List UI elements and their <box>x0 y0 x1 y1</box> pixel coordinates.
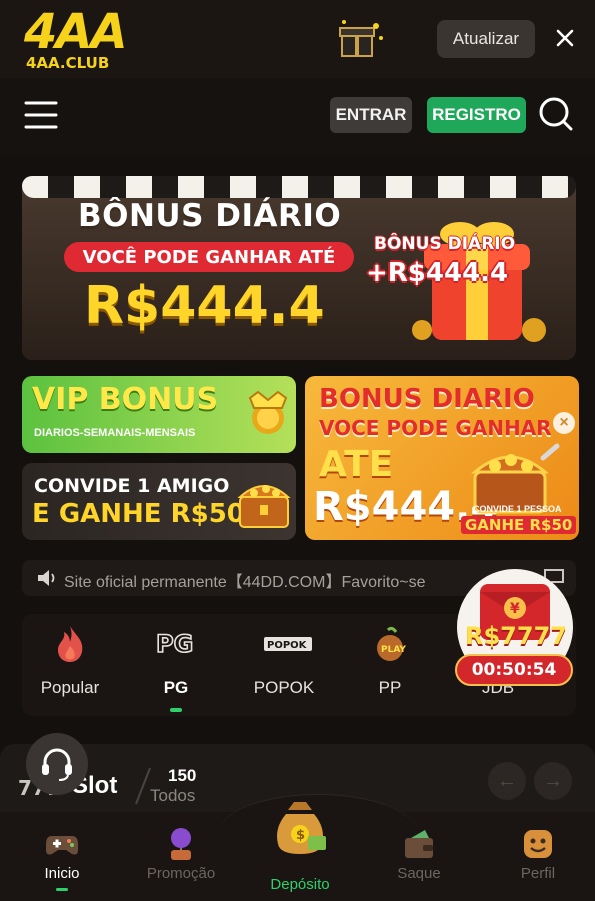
category-label: POPOK <box>253 678 315 697</box>
svg-text:PG: PG <box>156 630 193 658</box>
category-popok[interactable]: POPOK POPOK <box>236 614 332 716</box>
tab-label: Inicio <box>44 865 80 882</box>
invite-tag-reward: GANHE R$50 <box>461 516 577 534</box>
next-button[interactable]: → <box>534 762 572 800</box>
svg-text:¥: ¥ <box>510 601 520 617</box>
category-pp[interactable]: PLAY PP <box>342 614 438 716</box>
close-icon: × <box>559 414 569 431</box>
pp-play-icon: PLAY <box>377 626 406 661</box>
daily-bonus-card[interactable]: BONUS DIARIO VOCE PODE GANHAR ATE R$444.… <box>305 376 579 540</box>
hero-title: BÔNUS DIÁRIO <box>78 198 342 234</box>
update-button[interactable]: Atualizar <box>437 20 535 58</box>
wallet-icon <box>405 830 433 858</box>
invite-tag-small: CONVIDE 1 PESSOA <box>473 504 562 514</box>
pg-logo-icon: PG <box>156 629 194 659</box>
daily-bonus-title: BONUS DIARIO <box>319 384 535 414</box>
awning-decoration <box>22 176 576 198</box>
register-button[interactable]: REGISTRO <box>427 97 526 133</box>
promo-amount: R$7777 <box>465 622 567 650</box>
tab-inicio[interactable]: Inicio <box>12 812 112 901</box>
daily-bonus-line2: VOCE PODE GANHAR <box>319 416 552 440</box>
category-label: PG <box>163 678 189 697</box>
view-all-link[interactable]: Todos <box>150 786 195 806</box>
headset-icon <box>42 748 72 781</box>
fire-icon <box>58 626 83 662</box>
vip-coin-icon <box>248 390 288 434</box>
active-indicator <box>170 708 182 712</box>
bottom-tab-bar: Inicio Promoção $ Depósito Saque Perfil <box>0 794 595 901</box>
tab-deposito[interactable]: $ Depósito <box>250 802 350 901</box>
nav-bar: ENTRAR REGISTRO <box>0 78 595 156</box>
previous-button[interactable]: ← <box>488 762 526 800</box>
daily-bonus-line3: ATE <box>319 444 394 485</box>
active-indicator <box>56 888 68 891</box>
hero-badge-title: BÔNUS DIÁRIO <box>374 234 516 254</box>
invite-friend-card[interactable]: CONVIDE 1 AMIGO E GANHE R$50 <box>22 463 296 540</box>
svg-text:$: $ <box>296 828 305 843</box>
customer-support-button[interactable] <box>26 733 88 795</box>
close-banner-button[interactable]: × <box>553 412 575 434</box>
hero-amount: R$444.4 <box>84 276 325 336</box>
tab-label: Perfil <box>520 865 556 882</box>
hero-banner[interactable]: BÔNUS DIÁRIO VOCÊ PODE GANHAR ATÉ R$444.… <box>22 176 576 360</box>
login-button[interactable]: ENTRAR <box>330 97 412 133</box>
vip-title: VIP BONUS <box>32 382 219 417</box>
speaker-icon <box>38 570 55 586</box>
arrow-left-icon: ← <box>497 769 517 792</box>
gift-box-icon <box>339 20 383 57</box>
category-popular[interactable]: Popular <box>22 614 118 716</box>
treasure-chest-icon <box>237 485 291 528</box>
close-icon[interactable] <box>553 26 577 50</box>
svg-text:POPOK: POPOK <box>267 640 308 651</box>
promo-balloon-icon <box>171 828 191 860</box>
hero-badge-amount: +R$444.4 <box>366 258 509 288</box>
svg-text:PLAY: PLAY <box>381 645 406 655</box>
tab-label: Promoção <box>146 865 216 882</box>
tab-perfil[interactable]: Perfil <box>488 812 588 901</box>
logo-subtitle: 4AA.CLUB <box>26 54 110 72</box>
arrow-right-icon: → <box>543 769 563 792</box>
category-label: PP <box>378 678 402 697</box>
section-count: 150 <box>168 766 197 785</box>
hero-pill: VOCÊ PODE GANHAR ATÉ <box>64 242 354 272</box>
category-pg[interactable]: PG PG <box>128 614 224 716</box>
logo[interactable]: 4AA <box>24 4 128 60</box>
tab-saque[interactable]: Saque <box>369 812 469 901</box>
category-label: Popular <box>40 678 100 697</box>
tab-label: Saque <box>397 865 441 882</box>
search-icon[interactable] <box>538 96 574 132</box>
invite-line2: E GANHE R$50 <box>32 499 245 529</box>
tab-label: Depósito <box>270 876 330 893</box>
logo-text: 4AA <box>24 4 128 60</box>
tab-promocao[interactable]: Promoção <box>131 812 231 901</box>
hamburger-menu-icon[interactable] <box>24 98 58 132</box>
smiley-profile-icon <box>524 830 552 858</box>
announcement-text: Site oficial permanente【44DD.COM】Favorit… <box>64 574 426 590</box>
top-bar: 4AA 4AA.CLUB Atualizar <box>0 0 595 78</box>
invite-line1: CONVIDE 1 AMIGO <box>34 475 230 497</box>
popok-logo-icon: POPOK <box>264 637 312 651</box>
gamepad-icon <box>46 836 78 855</box>
money-bag-icon: $ <box>277 802 326 854</box>
vip-subtitle: DIARIOS-SEMANAIS-MENSAIS <box>34 427 196 439</box>
promo-timer: 00:50:54 <box>455 654 573 686</box>
vip-bonus-card[interactable]: VIP BONUS DIARIOS-SEMANAIS-MENSAIS <box>22 376 296 453</box>
